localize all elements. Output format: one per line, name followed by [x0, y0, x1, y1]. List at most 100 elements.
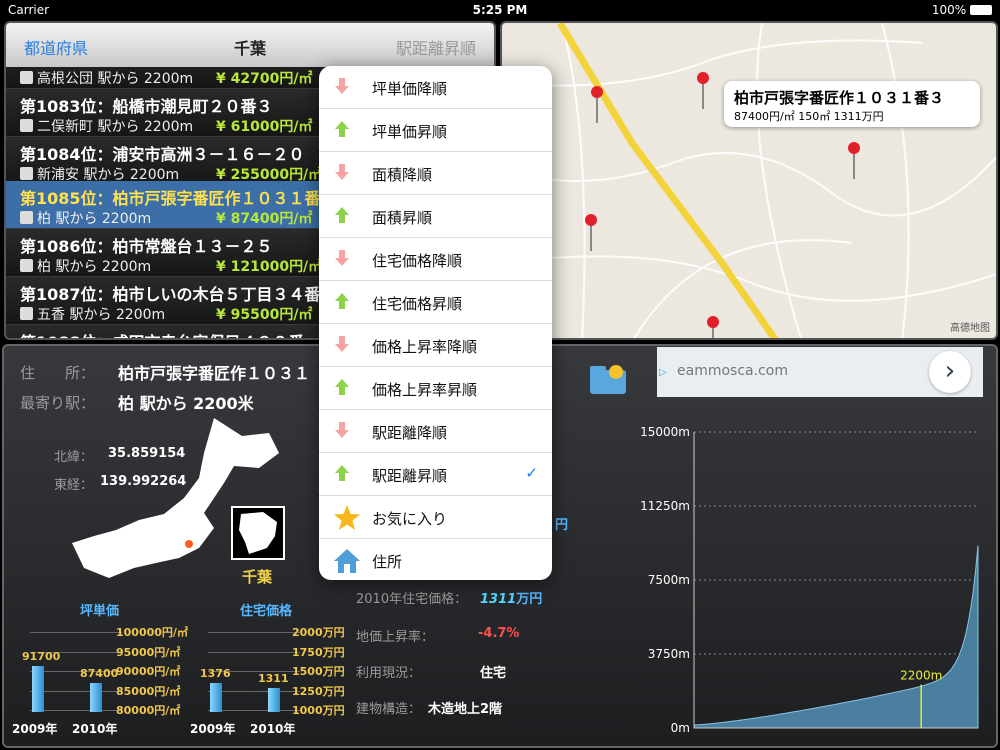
- list-item-station: 柏 駅から 2200m: [20, 256, 151, 276]
- partial-value: 円: [555, 518, 569, 533]
- sort-menu-item[interactable]: 面積昇順: [319, 195, 552, 238]
- sort-menu-item[interactable]: 住宅価格昇順: [319, 281, 552, 324]
- up-arrow-icon: [335, 465, 349, 481]
- house-chart-title: 住宅価格: [240, 604, 293, 619]
- list-item-price: ¥ 42700円/㎡: [216, 71, 313, 87]
- longitude-value: 139.992264: [100, 474, 187, 489]
- chart-y-tick-label: 15000m: [640, 425, 690, 439]
- map-credit: 高德地图: [950, 323, 990, 334]
- list-item-title: 第1088位：成田市寺台字保目４３９番: [20, 329, 305, 338]
- mini-chart-year-label: 2010年: [250, 722, 296, 736]
- down-arrow-icon: [335, 164, 349, 180]
- sort-menu-item[interactable]: 駅距離降順: [319, 410, 552, 453]
- station-icon: [20, 307, 33, 320]
- sort-menu-item[interactable]: お気に入り: [319, 496, 552, 539]
- house-icon: [334, 549, 360, 573]
- sort-menu-item[interactable]: 住所: [319, 539, 552, 580]
- mini-chart-gridline: [30, 632, 122, 633]
- mini-chart-year-label: 2010年: [72, 722, 118, 736]
- structure-label: 建物構造：: [356, 702, 422, 717]
- use-value: 住宅: [480, 666, 507, 681]
- map-pin-icon[interactable]: [584, 213, 598, 253]
- list-item-title: 第1087位：柏市しいの木台５丁目３４番: [20, 285, 321, 304]
- distance-area-series: [693, 545, 979, 729]
- list-item-price: ¥ 87400円/㎡: [216, 211, 313, 227]
- sort-menu-item[interactable]: 坪単価降順: [319, 66, 552, 109]
- status-bar: Carrier 5:25 PM 100%: [0, 0, 1000, 20]
- mini-chart-value-label: 1311: [258, 671, 289, 685]
- up-arrow-icon: [335, 293, 349, 309]
- battery-label: 100%: [932, 3, 992, 17]
- price-2010-label: 2010年住宅価格：: [356, 592, 468, 607]
- sort-menu-item[interactable]: 価格上昇率昇順: [319, 367, 552, 410]
- mini-chart-value-label: 87400: [80, 667, 119, 681]
- sort-menu-item-label: 駅距離降順: [372, 424, 448, 442]
- mini-chart-gridline: [208, 632, 300, 633]
- station-icon: [20, 167, 33, 180]
- sort-button[interactable]: 駅距離昇順: [396, 35, 476, 59]
- list-item-title: 第1085位：柏市戸張字番匠作１０３１番: [20, 189, 321, 208]
- map-pin-icon[interactable]: [847, 141, 861, 181]
- sort-menu-item-label: 駅距離昇順: [372, 467, 448, 485]
- list-item-station: 高根公団 駅から 2200m: [20, 68, 193, 88]
- longitude-label: 東経：: [54, 478, 94, 493]
- checkmark-icon: ✓: [525, 464, 538, 482]
- map-roads: [502, 23, 996, 338]
- mini-chart-tick-label: 95000円/㎡: [116, 645, 181, 659]
- latitude-label: 北緯：: [54, 450, 94, 465]
- mini-chart-tick-label: 1000万円: [292, 704, 345, 717]
- list-item-price: ¥ 61000円/㎡: [216, 119, 313, 135]
- mini-chart-tick-label: 2000万円: [292, 626, 345, 639]
- up-arrow-icon: [335, 207, 349, 223]
- chart-y-tick-label: 0m: [671, 721, 690, 735]
- adchoices-icon[interactable]: ▷: [659, 367, 667, 378]
- map-pin-icon[interactable]: [706, 315, 720, 340]
- sort-menu-item[interactable]: 面積降順: [319, 152, 552, 195]
- station-value: 柏 駅から 2200米: [118, 394, 254, 413]
- sort-menu-item-label: 面積昇順: [372, 209, 433, 227]
- station-icon: [20, 71, 33, 84]
- mini-chart-bar: [32, 666, 44, 712]
- sort-menu-item-label: 住宅価格降順: [372, 252, 463, 270]
- sort-menu-item[interactable]: 坪単価昇順: [319, 109, 552, 152]
- ad-arrow-button[interactable]: ›: [929, 351, 971, 393]
- map-pin-icon[interactable]: [696, 71, 710, 111]
- map-pin-icon[interactable]: [590, 85, 604, 125]
- mini-chart-tick-label: 80000円/㎡: [116, 704, 181, 717]
- sort-menu-item[interactable]: 住宅価格降順: [319, 238, 552, 281]
- sort-menu-item-label: 住宅価格昇順: [372, 295, 463, 313]
- chart-y-tick-label: 3750m: [648, 647, 690, 661]
- rise-value: -4.7%: [478, 626, 520, 641]
- station-label: 最寄り駅：: [20, 394, 96, 412]
- callout-subtitle: 87400円/㎡ 150㎡ 1311万円: [734, 110, 884, 123]
- chiba-shape-icon: [231, 506, 285, 560]
- mini-chart-tick-label: 1750万円: [292, 645, 345, 659]
- ad-banner[interactable]: ▷ eammosca.com ›: [657, 347, 983, 397]
- prefecture-name: 千葉: [242, 568, 273, 586]
- list-item-title: 第1084位：浦安市高洲３－１６－２０: [20, 145, 305, 164]
- address-value: 柏市戸張字番匠作１０３１: [118, 364, 311, 383]
- map-callout[interactable]: 柏市戸張字番匠作１０３１番３ 87400円/㎡ 150㎡ 1311万円: [724, 81, 980, 127]
- list-item-price: ¥ 121000円/㎡: [216, 259, 323, 275]
- sort-menu-item-label: 価格上昇率降順: [372, 338, 478, 356]
- mini-chart-bar: [210, 682, 222, 712]
- folder-favorite-icon[interactable]: [586, 358, 632, 398]
- structure-value: 木造地上2階: [428, 702, 503, 717]
- sort-menu-item-label: 面積降順: [372, 166, 433, 184]
- mini-chart-bar: [90, 683, 102, 712]
- up-arrow-icon: [335, 121, 349, 137]
- chart-highlight-label: 2200m: [900, 669, 942, 683]
- address-label: 住 所：: [20, 364, 96, 382]
- mini-chart-value-label: 91700: [22, 650, 61, 664]
- list-item-title: 第1083位：船橋市潮見町２０番３: [20, 97, 273, 116]
- navigation-bar: 都道府県 千葉 駅距離昇順: [6, 23, 494, 67]
- latitude-value: 35.859154: [108, 446, 186, 461]
- sort-menu-item[interactable]: 駅距離昇順 ✓: [319, 453, 552, 496]
- distance-chart: 15000m 11250m 7500m 3750m 0m 2200m: [640, 425, 979, 735]
- sort-menu-item[interactable]: 価格上昇率降順: [319, 324, 552, 367]
- down-arrow-icon: [335, 250, 349, 266]
- tsubo-chart-title: 坪単価: [80, 604, 120, 619]
- up-arrow-icon: [335, 379, 349, 395]
- map-view[interactable]: 柏市戸張字番匠作１０３１番３ 87400円/㎡ 150㎡ 1311万円 高德地图: [500, 21, 998, 340]
- down-arrow-icon: [335, 78, 349, 94]
